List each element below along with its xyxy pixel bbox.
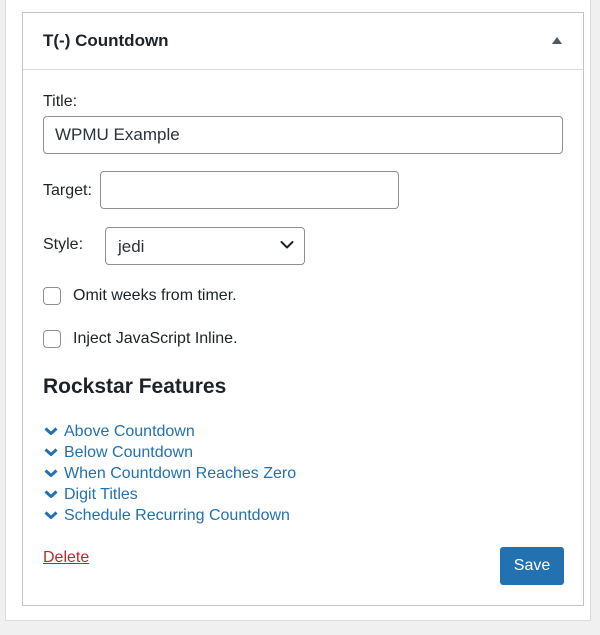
style-label: Style: [43, 236, 84, 253]
target-label: Target: [43, 182, 92, 199]
widget-header[interactable]: T(-) Countdown [23, 13, 583, 70]
widget-area: T(-) Countdown Title: Target: Style: jed… [5, 0, 591, 621]
chevron-down-icon [44, 490, 58, 498]
feature-label: Below Countdown [64, 444, 193, 461]
style-select[interactable]: jedi [105, 227, 305, 265]
style-select-value: jedi [118, 237, 145, 256]
omit-weeks-label: Omit weeks from timer. [73, 287, 237, 304]
feature-label: When Countdown Reaches Zero [64, 465, 297, 482]
feature-label: Above Countdown [64, 423, 195, 440]
delete-link[interactable]: Delete [43, 549, 89, 567]
chevron-down-icon [44, 448, 58, 456]
chevron-down-icon [44, 469, 58, 477]
feature-label: Digit Titles [64, 486, 138, 503]
omit-weeks-checkbox[interactable] [43, 287, 61, 305]
target-input[interactable] [100, 171, 399, 209]
title-label: Title: [43, 93, 78, 110]
save-button[interactable]: Save [500, 547, 564, 585]
widget-title: T(-) Countdown [43, 31, 169, 50]
chevron-down-icon [44, 427, 58, 435]
chevron-down-icon [280, 241, 294, 249]
feature-label: Schedule Recurring Countdown [64, 507, 290, 524]
rockstar-features-heading: Rockstar Features [43, 375, 227, 398]
inject-js-checkbox[interactable] [43, 330, 61, 348]
collapse-toggle[interactable] [549, 35, 565, 49]
inject-js-label: Inject JavaScript Inline. [73, 330, 238, 347]
chevron-down-icon [44, 511, 58, 519]
title-input[interactable] [43, 116, 563, 154]
countdown-widget: T(-) Countdown Title: Target: Style: jed… [22, 12, 584, 606]
arrow-up-icon [552, 37, 562, 44]
